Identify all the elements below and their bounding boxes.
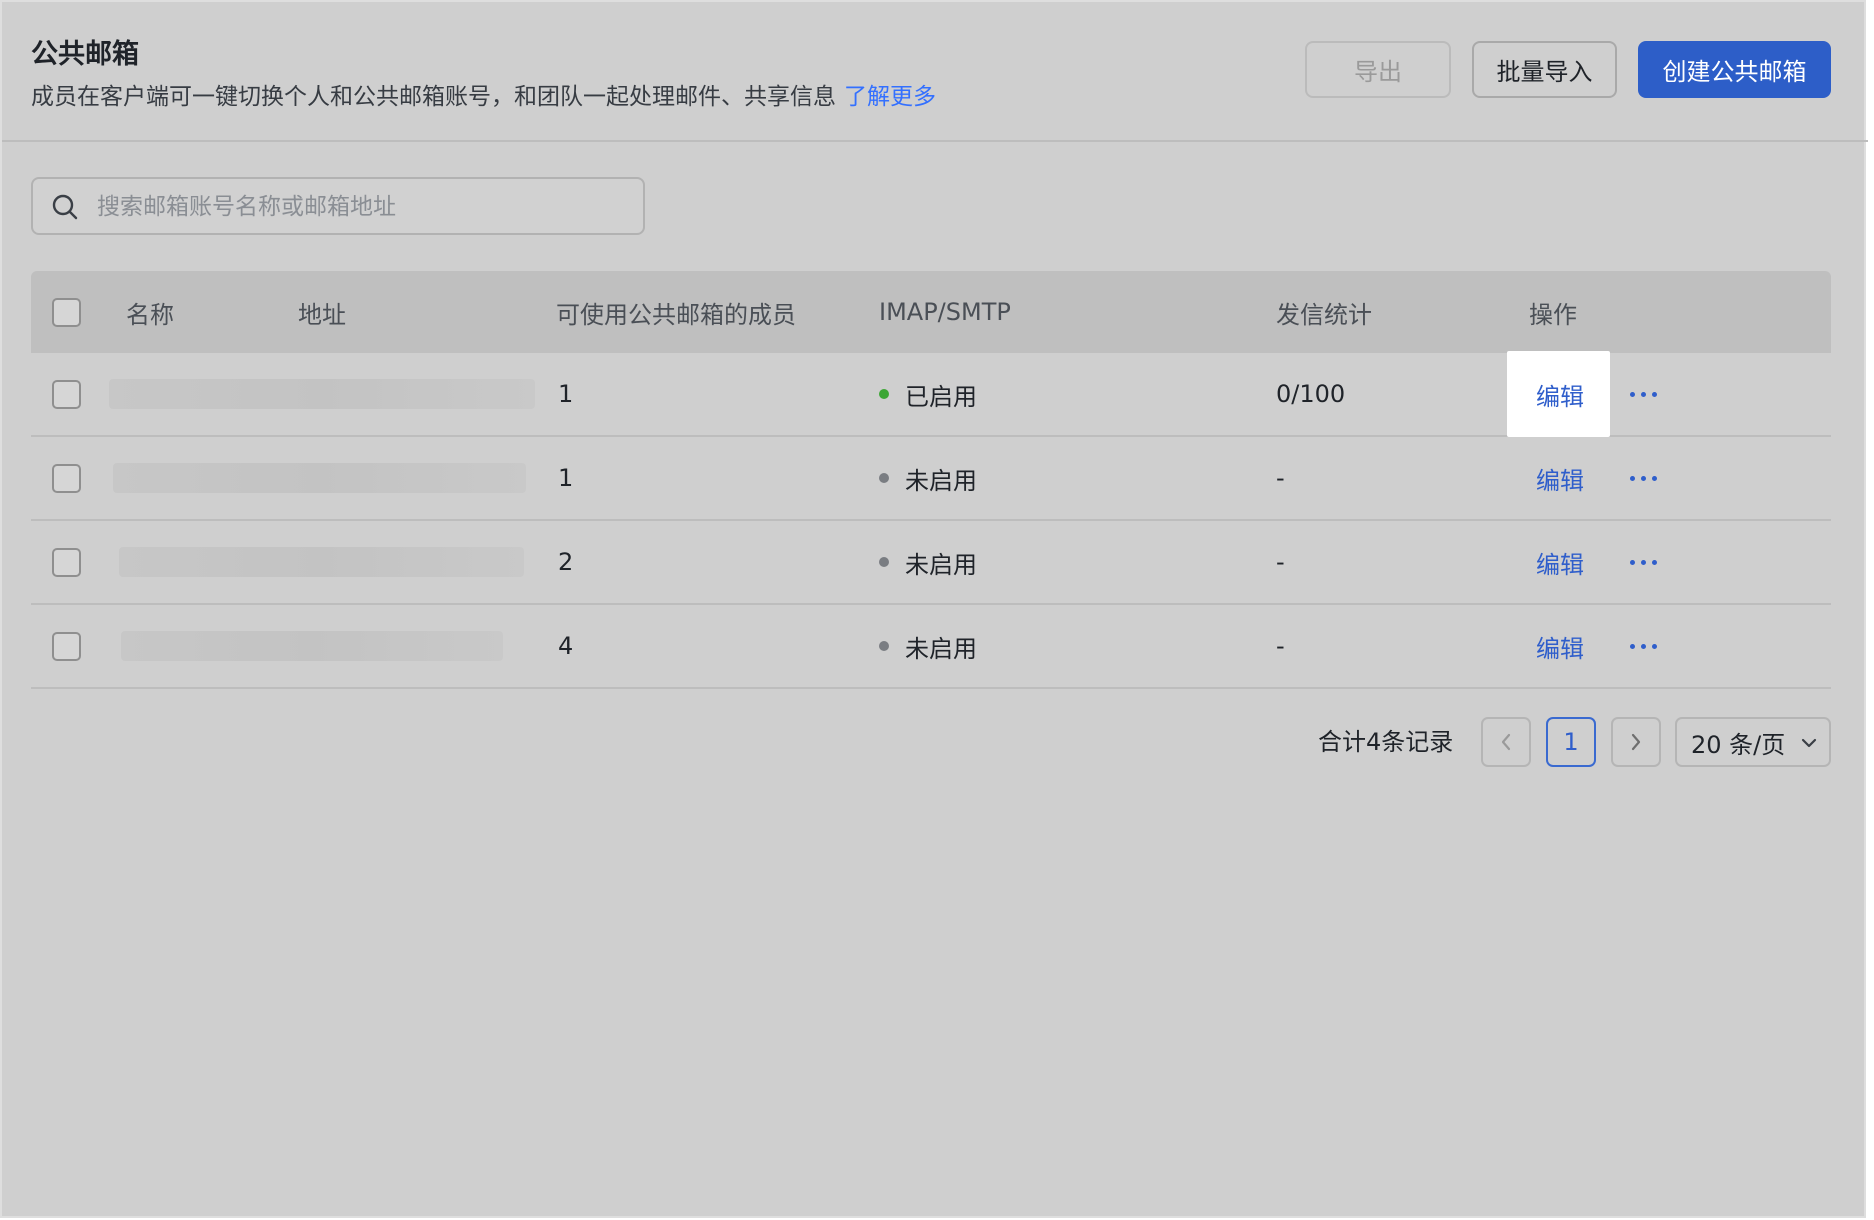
edit-link[interactable]: 编辑: [1536, 437, 1584, 519]
edit-link[interactable]: 编辑: [1536, 353, 1584, 435]
table-row: 2 未启用 - 编辑: [31, 521, 1831, 605]
redacted-name-address: [121, 631, 503, 661]
edit-link[interactable]: 编辑: [1536, 521, 1584, 603]
page-title: 公共邮箱: [31, 39, 139, 70]
redacted-name-address: [113, 463, 526, 493]
prev-page-button[interactable]: [1481, 717, 1531, 767]
row-checkbox[interactable]: [52, 464, 81, 493]
export-button[interactable]: 导出: [1305, 41, 1451, 98]
imap-status-text: 未启用: [905, 550, 977, 579]
more-icon[interactable]: [1623, 463, 1663, 493]
imap-status-text: 未启用: [905, 466, 977, 495]
total-records: 合计4条记录: [1318, 728, 1454, 756]
chevron-right-icon: [1631, 733, 1641, 751]
page-size-select[interactable]: 20 条/页: [1675, 717, 1831, 767]
send-stats: -: [1276, 548, 1285, 576]
edit-link[interactable]: 编辑: [1536, 605, 1584, 687]
search-input[interactable]: [95, 179, 629, 235]
page-number-button[interactable]: 1: [1546, 717, 1596, 767]
members-count: 4: [558, 632, 574, 660]
search-box[interactable]: [31, 177, 645, 235]
imap-status: 未启用: [879, 521, 977, 603]
column-header-name: 名称: [126, 300, 174, 329]
edit-link-label[interactable]: 编辑: [1536, 461, 1584, 496]
column-header-address: 地址: [298, 300, 346, 329]
status-dot: [879, 557, 889, 567]
page-description: 成员在客户端可一键切换个人和公共邮箱账号，和团队一起处理邮件、共享信息 了解更多: [31, 77, 936, 111]
edit-link-label[interactable]: 编辑: [1536, 545, 1584, 580]
send-stats: -: [1276, 464, 1285, 492]
redacted-name-address: [119, 547, 524, 577]
search-icon: [52, 194, 78, 220]
row-checkbox[interactable]: [52, 548, 81, 577]
imap-status-text: 已启用: [905, 382, 977, 411]
status-dot: [879, 389, 889, 399]
more-icon[interactable]: [1623, 547, 1663, 577]
imap-status: 未启用: [879, 437, 977, 519]
members-count: 1: [558, 380, 574, 408]
header-divider: [2, 140, 1868, 142]
more-icon[interactable]: [1623, 379, 1663, 409]
chevron-left-icon: [1501, 733, 1511, 751]
row-checkbox[interactable]: [52, 632, 81, 661]
batch-import-button[interactable]: 批量导入: [1472, 41, 1617, 98]
mailbox-table: 名称 地址 可使用公共邮箱的成员 IMAP/SMTP 发信统计 操作 1 已启用…: [31, 271, 1831, 689]
imap-status: 已启用: [879, 353, 977, 435]
row-checkbox[interactable]: [52, 380, 81, 409]
send-stats: 0/100: [1276, 380, 1346, 408]
page-size-label: 20 条/页: [1691, 730, 1786, 759]
table-row: 4 未启用 - 编辑: [31, 605, 1831, 689]
members-count: 1: [558, 464, 574, 492]
column-header-send-stats: 发信统计: [1276, 300, 1372, 329]
column-header-imap-smtp: IMAP/SMTP: [879, 298, 1011, 326]
stage: 公共邮箱 成员在客户端可一键切换个人和公共邮箱账号，和团队一起处理邮件、共享信息…: [0, 0, 1874, 1220]
select-all-checkbox[interactable]: [52, 298, 81, 327]
table-header: 名称 地址 可使用公共邮箱的成员 IMAP/SMTP 发信统计 操作: [31, 271, 1831, 353]
column-header-actions: 操作: [1529, 300, 1577, 329]
chevron-down-icon: [1801, 738, 1817, 748]
status-dot: [879, 641, 889, 651]
imap-status: 未启用: [879, 605, 977, 687]
send-stats: -: [1276, 632, 1285, 660]
edit-link-label[interactable]: 编辑: [1536, 377, 1584, 412]
public-mailbox-panel: 公共邮箱 成员在客户端可一键切换个人和公共邮箱账号，和团队一起处理邮件、共享信息…: [0, 0, 1868, 1218]
members-count: 2: [558, 548, 574, 576]
redacted-name-address: [109, 379, 535, 409]
table-row: 1 已启用 0/100 编辑: [31, 351, 1831, 437]
next-page-button[interactable]: [1611, 717, 1661, 767]
column-header-members: 可使用公共邮箱的成员: [556, 300, 796, 329]
status-dot: [879, 473, 889, 483]
create-public-mailbox-button[interactable]: 创建公共邮箱: [1638, 41, 1831, 98]
edit-link-label[interactable]: 编辑: [1536, 629, 1584, 664]
imap-status-text: 未启用: [905, 634, 977, 663]
more-icon[interactable]: [1623, 631, 1663, 661]
description-text: 成员在客户端可一键切换个人和公共邮箱账号，和团队一起处理邮件、共享信息: [31, 84, 836, 110]
learn-more-link[interactable]: 了解更多: [844, 84, 936, 110]
table-row: 1 未启用 - 编辑: [31, 437, 1831, 521]
